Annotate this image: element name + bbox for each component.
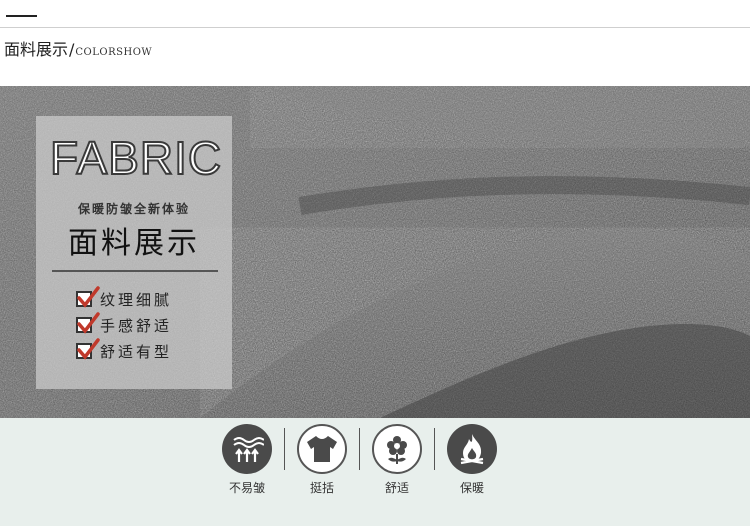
feature-list: 纹理细腻 手感舒适 舒适有型 bbox=[76, 286, 172, 364]
divider bbox=[284, 428, 285, 470]
section-title-en: COLORSHOW bbox=[75, 47, 153, 58]
property-label: 不易皱 bbox=[228, 481, 265, 495]
property-crisp: 挺括 bbox=[297, 424, 347, 496]
heading-rule bbox=[52, 270, 218, 272]
flame-icon bbox=[447, 424, 497, 474]
feature-item: 舒适有型 bbox=[76, 338, 172, 364]
feature-text: 手感舒适 bbox=[100, 316, 173, 335]
section-title: 面料展示 / COLORSHOW bbox=[4, 36, 153, 59]
feature-text: 纹理细腻 bbox=[100, 290, 173, 309]
overlay-panel: FABRIC 保暖防皱全新体验 面料展示 纹理细腻 手感舒适 舒适有型 bbox=[36, 116, 232, 389]
top-rule-short bbox=[6, 15, 37, 17]
panel-heading: 面料展示 bbox=[68, 226, 200, 261]
fabric-word: FABRIC bbox=[49, 131, 223, 185]
feature-item: 纹理细腻 bbox=[76, 286, 172, 312]
tshirt-icon bbox=[297, 424, 347, 474]
flower-icon bbox=[372, 424, 422, 474]
wrinkle-free-icon bbox=[222, 424, 272, 474]
section-title-cn: 面料展示 bbox=[4, 40, 69, 59]
checkmark-icon bbox=[76, 338, 100, 360]
property-label: 舒适 bbox=[384, 481, 409, 495]
property-warm: 保暖 bbox=[447, 424, 497, 496]
divider bbox=[434, 428, 435, 470]
divider bbox=[359, 428, 360, 470]
properties-row: 不易皱 挺括 舒适 保暖 bbox=[222, 424, 497, 496]
checkmark-icon bbox=[76, 286, 100, 308]
property-label: 保暖 bbox=[459, 481, 484, 495]
tagline: 保暖防皱全新体验 bbox=[77, 202, 190, 216]
property-label: 挺括 bbox=[309, 481, 334, 495]
top-rule-long bbox=[0, 27, 750, 28]
feature-text: 舒适有型 bbox=[100, 342, 173, 361]
property-wrinkle-free: 不易皱 bbox=[222, 424, 272, 496]
section-title-separator: / bbox=[69, 40, 75, 59]
feature-item: 手感舒适 bbox=[76, 312, 172, 338]
checkmark-icon bbox=[76, 312, 100, 334]
property-comfort: 舒适 bbox=[372, 424, 422, 496]
